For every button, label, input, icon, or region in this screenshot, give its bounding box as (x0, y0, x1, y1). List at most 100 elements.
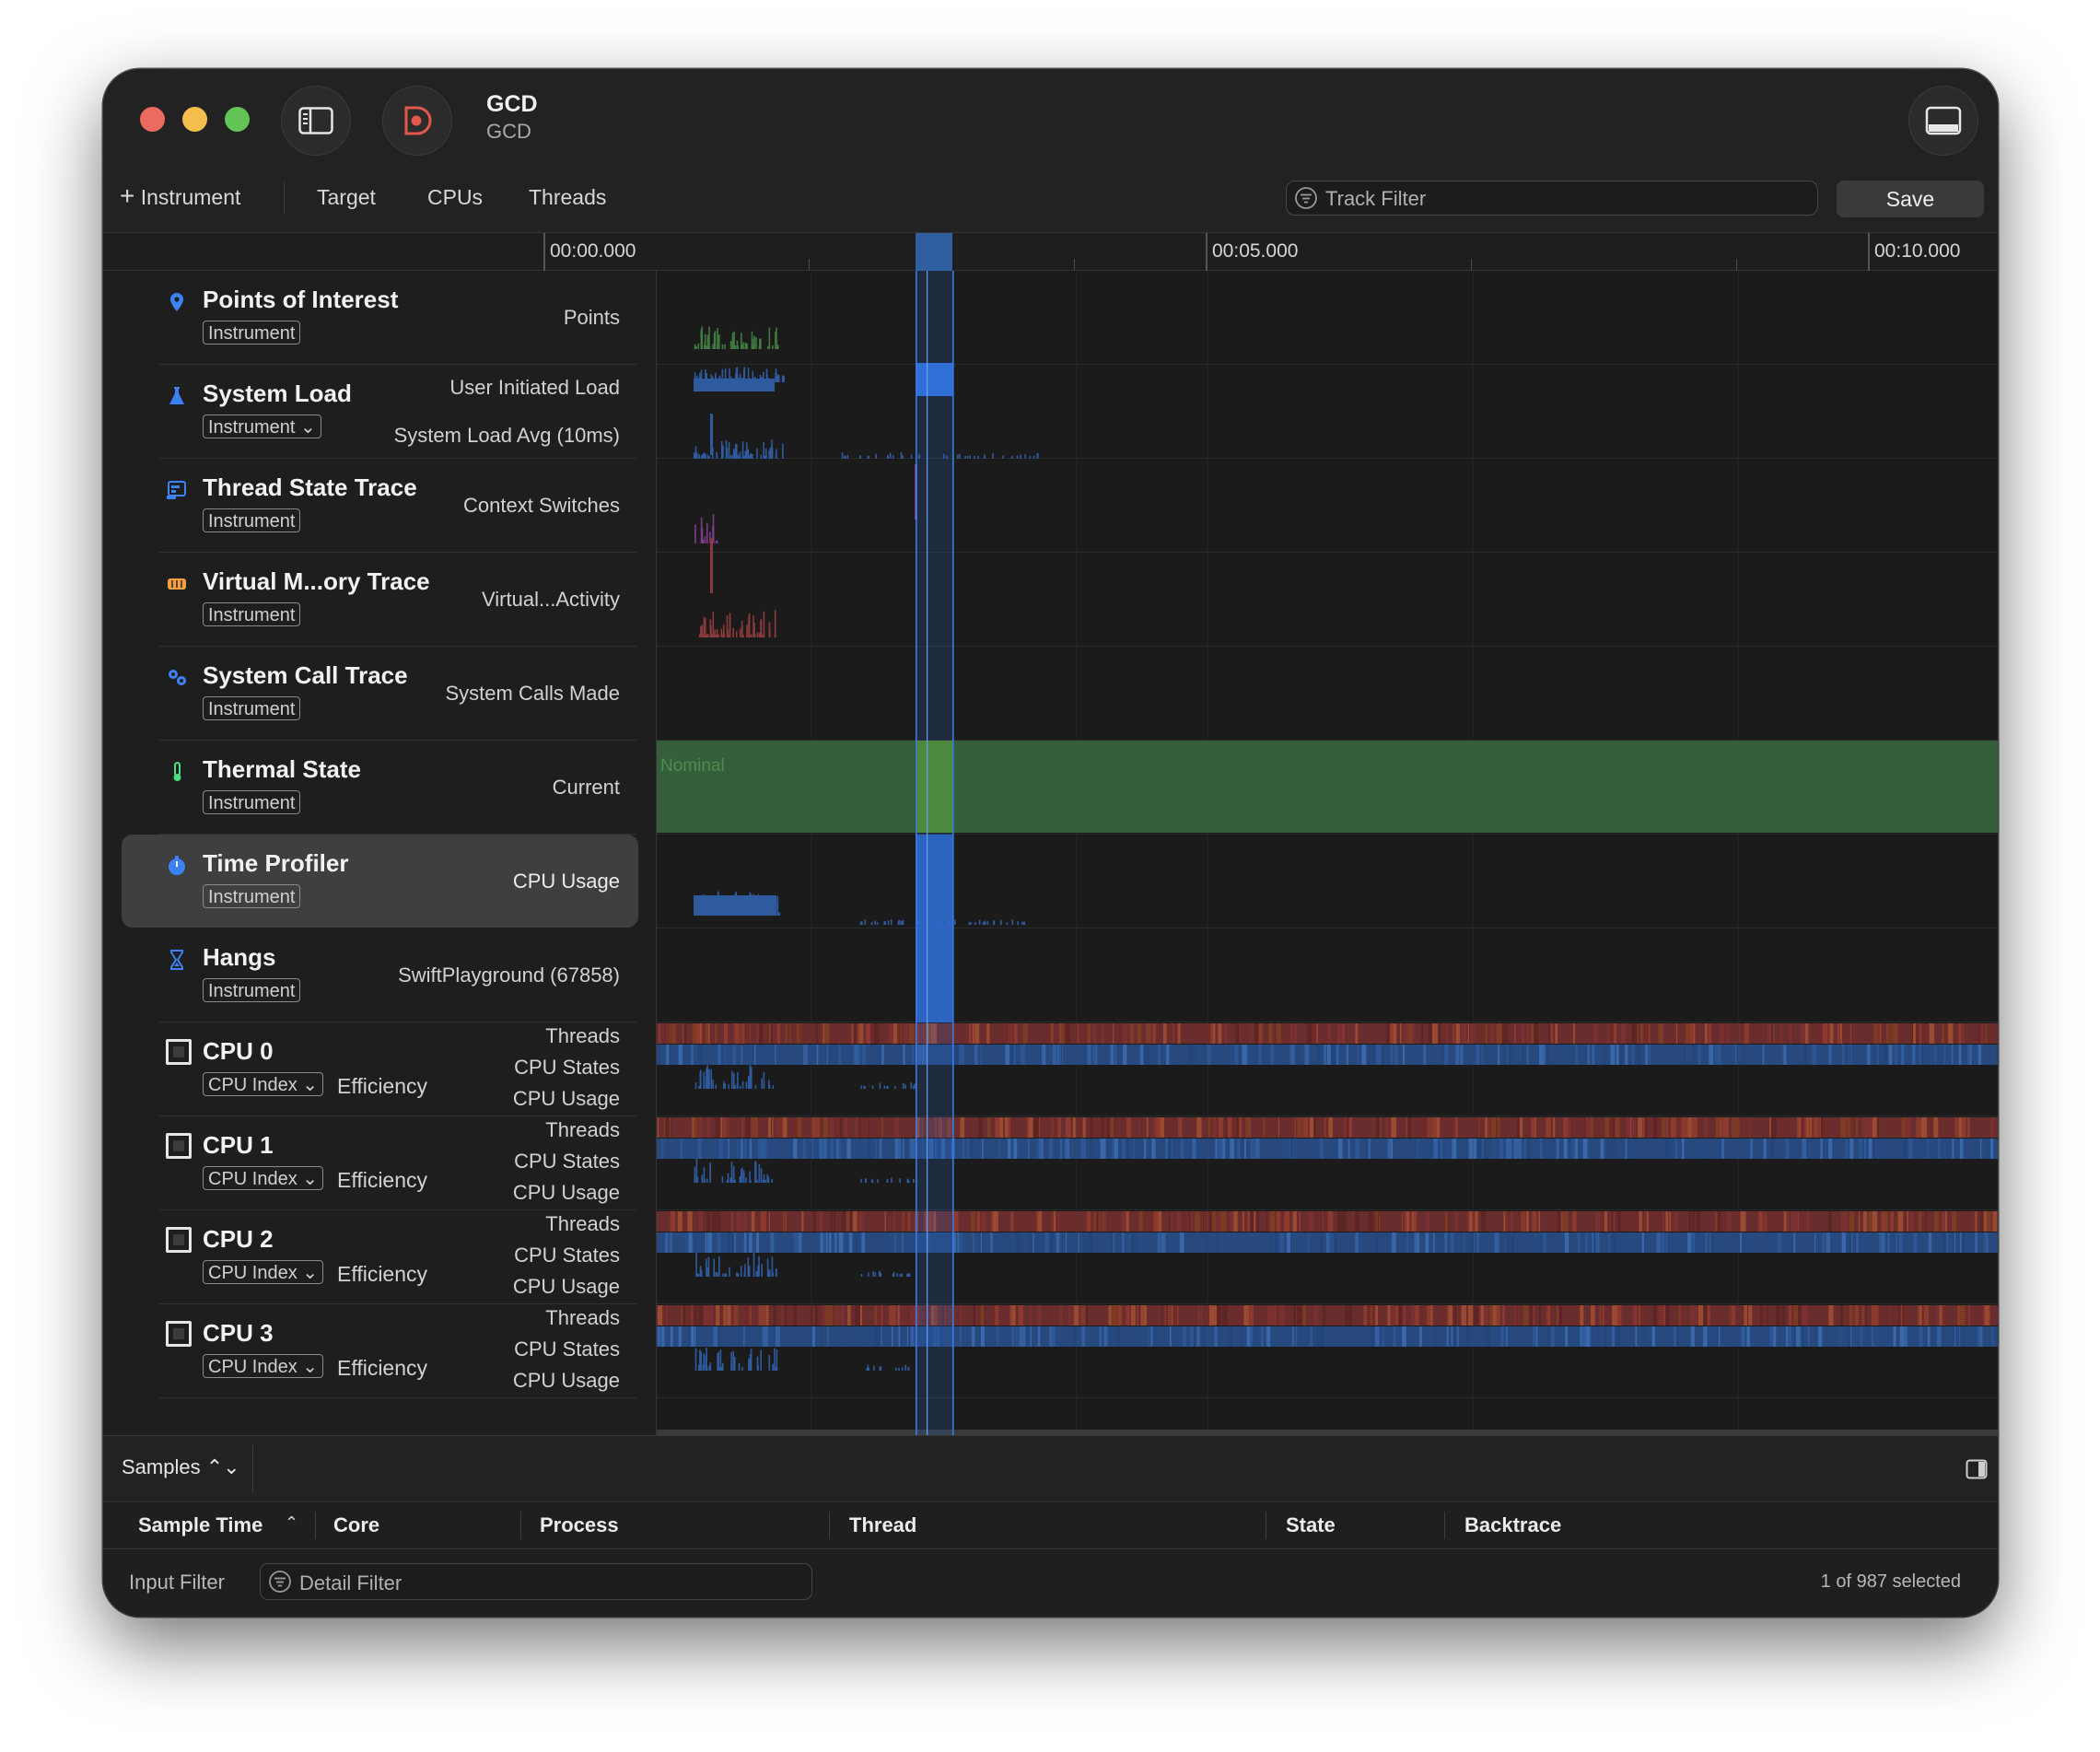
thread-segment (1212, 1117, 1217, 1138)
activity-spike (730, 1352, 732, 1371)
cpu-index-badge[interactable]: CPU Index ⌄ (203, 1072, 324, 1096)
track-cpu-0[interactable]: CPU 0 CPU Index ⌄ Efficiency Threads CPU… (103, 1022, 656, 1116)
thread-segment (1059, 1023, 1061, 1044)
cpu-state-segment (1996, 1326, 1998, 1347)
thread-segment (1454, 1211, 1456, 1232)
track-hangs[interactable]: Hangs Instrument SwiftPlayground (67858) (103, 929, 656, 1022)
cpu-state-segment (1073, 1326, 1076, 1347)
track-filter-field[interactable]: Track Filter (1286, 181, 1818, 216)
thread-segment (1840, 1211, 1843, 1232)
target-button[interactable]: Target (317, 185, 376, 210)
track-cpu-3[interactable]: CPU 3 CPU Index ⌄ Efficiency Threads CPU… (103, 1304, 656, 1398)
activity-spike (697, 343, 700, 349)
track-points-of-interest[interactable]: Points of Interest Instrument Points (103, 271, 656, 365)
column-sample-time[interactable]: Sample Time (138, 1513, 262, 1537)
thread-segment (1216, 1305, 1220, 1326)
column-thread[interactable]: Thread (849, 1513, 916, 1537)
cpu-index-badge[interactable]: CPU Index ⌄ (203, 1166, 324, 1190)
thread-segment (1767, 1023, 1772, 1044)
cpu-state-segment (1164, 1326, 1167, 1347)
track-system-call-trace[interactable]: System Call Trace Instrument System Call… (103, 647, 656, 741)
thread-segment (1740, 1211, 1746, 1232)
thread-segment (1183, 1211, 1187, 1232)
cpu-state-segment (1060, 1045, 1062, 1065)
activity-spike (734, 451, 736, 459)
threads-button[interactable]: Threads (529, 185, 606, 210)
cpu-index-badge[interactable]: CPU Index ⌄ (203, 1260, 324, 1284)
cpu-state-segment (1114, 1045, 1117, 1065)
cpu-state-segment (1546, 1045, 1550, 1065)
track-cpu-1[interactable]: CPU 1 CPU Index ⌄ Efficiency Threads CPU… (103, 1116, 656, 1210)
sidebar-toggle-button[interactable] (281, 86, 351, 156)
detail-area-toggle-button[interactable] (1908, 86, 1978, 156)
column-core[interactable]: Core (333, 1513, 379, 1537)
thread-segment (1296, 1211, 1300, 1232)
track-lane-label: System Load Avg (10ms) (393, 424, 620, 447)
column-divider[interactable] (315, 1512, 316, 1539)
track-type-badge[interactable]: Instrument ⌄ (203, 415, 321, 438)
cpu-state-segment (776, 1326, 780, 1347)
cpu-state-segment (1703, 1326, 1708, 1347)
record-button[interactable] (382, 86, 452, 156)
cpus-button[interactable]: CPUs (427, 185, 483, 210)
cpu-state-segment (1711, 1232, 1715, 1253)
zoom-window-button[interactable] (225, 107, 250, 132)
track-thread-state-trace[interactable]: Thread State Trace Instrument Context Sw… (103, 459, 656, 553)
timeline-graph-area[interactable]: Nominal (656, 271, 1998, 1435)
activity-spike (772, 1363, 774, 1371)
thread-segment (745, 1117, 751, 1138)
column-process[interactable]: Process (540, 1513, 619, 1537)
activity-spike (871, 1178, 873, 1183)
save-button[interactable]: Save (1837, 181, 1984, 217)
thread-segment (1503, 1211, 1506, 1232)
add-instrument-button[interactable]: + Instrument (120, 183, 240, 210)
cpu-state-segment (694, 1232, 696, 1253)
cpu-state-segment (1016, 1326, 1018, 1347)
cpu-state-segment (1913, 1232, 1918, 1253)
thread-segment (1958, 1023, 1962, 1044)
document-title: GCD (486, 91, 538, 117)
thread-segment (1168, 1211, 1171, 1232)
inspector-toggle-icon[interactable] (1966, 1459, 1988, 1479)
cpu-index-badge[interactable]: CPU Index ⌄ (203, 1354, 324, 1378)
thread-segment (1168, 1305, 1171, 1326)
input-filter-button[interactable]: Input Filter (129, 1571, 225, 1594)
cpu-state-segment (1065, 1139, 1070, 1159)
column-divider[interactable] (520, 1512, 521, 1539)
track-lane-label: CPU States (514, 1244, 620, 1267)
thread-segment (1526, 1211, 1529, 1232)
track-time-profiler[interactable]: Time Profiler Instrument CPU Usage (103, 835, 656, 929)
ruler-selection-marker[interactable] (916, 233, 952, 272)
column-backtrace[interactable]: Backtrace (1464, 1513, 1561, 1537)
activity-spike (708, 456, 711, 459)
timeline-ruler[interactable]: 00:00.000 00:05.000 00:10.000 (103, 232, 1998, 272)
cpu-state-segment (1744, 1045, 1745, 1065)
column-divider[interactable] (829, 1512, 830, 1539)
thread-segment (1161, 1305, 1163, 1326)
sort-ascending-icon[interactable]: ⌃ (285, 1513, 298, 1533)
track-cpu-2[interactable]: CPU 2 CPU Index ⌄ Efficiency Threads CPU… (103, 1210, 656, 1304)
cpu-state-segment (875, 1139, 877, 1159)
cpu-state-segment (1766, 1232, 1768, 1253)
track-virtual-memory-trace[interactable]: Virtual M...ory Trace Instrument Virtual… (103, 553, 656, 647)
cpu-state-segment (1244, 1139, 1246, 1159)
column-state[interactable]: State (1286, 1513, 1336, 1537)
flask-icon (169, 387, 184, 404)
minimize-window-button[interactable] (182, 107, 207, 132)
thread-segment (811, 1117, 817, 1138)
samples-selector[interactable]: Samples ⌃⌄ (122, 1455, 240, 1479)
track-system-load[interactable]: System Load Instrument ⌄ User Initiated … (103, 365, 656, 459)
thread-segment (1802, 1305, 1805, 1326)
cpu-state-segment (1695, 1045, 1698, 1065)
track-thermal-state[interactable]: Thermal State Instrument Current (103, 741, 656, 835)
cpu-state-segment (881, 1326, 885, 1347)
thread-segment (982, 1023, 986, 1044)
column-divider[interactable] (1444, 1512, 1445, 1539)
detail-filter-field[interactable]: Detail Filter (260, 1563, 812, 1600)
cpu-state-segment (1071, 1232, 1076, 1253)
thread-segment (1138, 1117, 1140, 1138)
activity-spike (722, 445, 724, 459)
close-window-button[interactable] (140, 107, 165, 132)
thread-segment (671, 1023, 676, 1044)
thread-segment (1674, 1211, 1678, 1232)
